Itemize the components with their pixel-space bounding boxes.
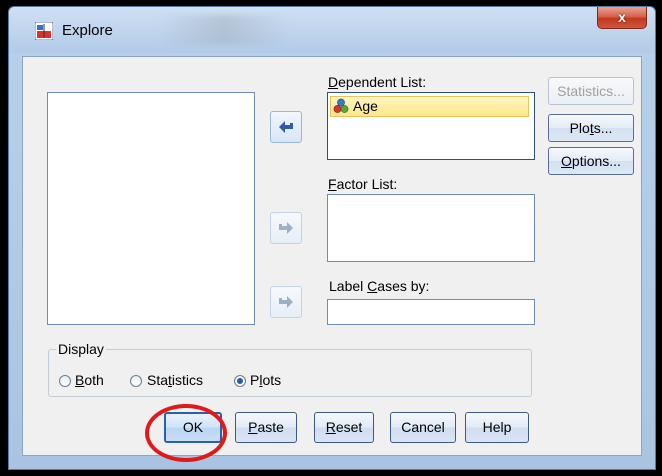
statistics-button[interactable]: Statistics...	[548, 77, 634, 105]
plots-button-label: Plots...	[569, 120, 613, 136]
arrow-right-icon	[279, 296, 293, 308]
close-button[interactable]: x	[597, 7, 647, 29]
label-cases-field[interactable]	[327, 299, 535, 325]
display-group	[48, 349, 532, 397]
annotation-circle	[145, 404, 227, 462]
close-icon: x	[618, 9, 626, 25]
move-to-dependent-button[interactable]	[270, 111, 302, 143]
move-to-factor-button[interactable]	[270, 212, 302, 244]
radio-both[interactable]	[59, 375, 71, 387]
source-variable-list[interactable]	[47, 92, 255, 325]
plots-button[interactable]: Plots...	[548, 114, 634, 142]
reset-button[interactable]: Reset	[314, 412, 374, 443]
cancel-button-label: Cancel	[401, 419, 445, 435]
help-button-label: Help	[482, 419, 512, 435]
paste-button-label: Paste	[248, 419, 284, 435]
radio-statistics-label[interactable]: Statistics	[147, 372, 203, 388]
radio-plots[interactable]	[234, 375, 246, 387]
explore-app-icon	[35, 22, 53, 40]
options-button-label: Options...	[561, 153, 621, 169]
arrow-left-icon	[279, 121, 293, 133]
dialog-title: Explore	[62, 22, 113, 39]
dependent-item-age: Age	[353, 98, 378, 114]
factor-list[interactable]	[327, 194, 535, 262]
title-bar-blur	[159, 15, 289, 45]
scale-variable-icon	[333, 98, 349, 113]
title-bar[interactable]: Explore x	[9, 7, 655, 53]
options-button[interactable]: Options...	[548, 147, 634, 175]
radio-both-label[interactable]: Both	[75, 372, 104, 388]
dependent-list-label: Dependent List:	[328, 74, 427, 90]
paste-button[interactable]: Paste	[235, 412, 297, 443]
reset-button-label: Reset	[325, 419, 363, 435]
radio-plots-label[interactable]: Plots	[250, 372, 281, 388]
move-to-label-cases-button[interactable]	[270, 286, 302, 318]
statistics-button-label: Statistics...	[557, 83, 625, 99]
factor-list-label: Factor List:	[328, 176, 398, 192]
arrow-right-icon	[279, 222, 293, 234]
display-group-title: Display	[56, 341, 106, 357]
label-cases-label: Label Cases by:	[329, 278, 430, 294]
radio-statistics[interactable]	[130, 375, 142, 387]
help-button[interactable]: Help	[465, 412, 529, 443]
cancel-button[interactable]: Cancel	[390, 412, 456, 443]
